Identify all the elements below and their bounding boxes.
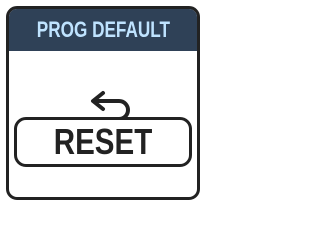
prog-default-panel: PROG DEFAULT RESET (6, 6, 200, 200)
panel-title: PROG DEFAULT (36, 17, 170, 42)
panel-header: PROG DEFAULT (9, 9, 197, 51)
reset-button[interactable]: RESET (14, 117, 192, 167)
reset-button-label: RESET (53, 121, 153, 162)
